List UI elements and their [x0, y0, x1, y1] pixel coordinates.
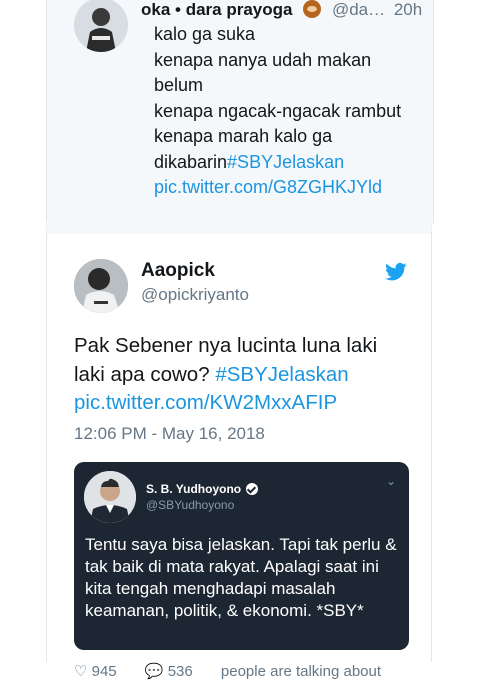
- tweet-line: kenapa nanya udah makan: [154, 49, 372, 70]
- tweet-actions: ♡ 945 💬 536 people are talking about: [74, 662, 393, 680]
- embedded-image[interactable]: S. B. Yudhoyono @SBYudhoyono ⌄ Tentu say…: [74, 462, 409, 650]
- tweet-line: kenapa marah kalo ga: [154, 126, 333, 146]
- user-photo-icon: [74, 0, 128, 52]
- author-handle[interactable]: @opickriyanto: [141, 285, 249, 305]
- tweet-header: oka • dara prayoga @da… 20h: [141, 0, 422, 20]
- verified-icon: [246, 483, 259, 495]
- tweet-timestamp[interactable]: 12:06 PM - May 16, 2018: [74, 424, 265, 444]
- hashtag-link[interactable]: #SBYJelaskan: [227, 152, 344, 172]
- previous-tweet-card[interactable]: oka • dara prayoga @da… 20h kalo ga suka…: [46, 0, 434, 223]
- avatar: [84, 471, 136, 523]
- avatar[interactable]: [74, 259, 128, 313]
- tweet-line: kalo ga suka: [154, 24, 256, 44]
- tweet-line: belum: [154, 75, 204, 95]
- tweet-time[interactable]: 20h: [394, 0, 422, 19]
- tweet-line: dikabarin#SBYJelaskan: [154, 150, 424, 176]
- embedded-author-handle: @SBYudhoyono: [146, 498, 235, 512]
- user-photo-icon: [74, 259, 128, 313]
- author-handle[interactable]: @da…: [332, 0, 385, 19]
- embedded-tweet-text: Tentu saya bisa jelaskan. Tapi tak perlu…: [85, 535, 397, 620]
- tweet-line: kenapa ngacak-ngacak rambut: [154, 100, 402, 121]
- reply-count: 536: [167, 663, 193, 680]
- tweet-card[interactable]: Aaopick @opickriyanto Pak Sebener nya lu…: [46, 222, 432, 680]
- like-button[interactable]: ♡ 945: [74, 663, 129, 680]
- reply-button[interactable]: 💬 536: [145, 663, 205, 680]
- twitter-bird-icon[interactable]: [385, 262, 407, 282]
- monkey-emoji-icon: [303, 0, 322, 18]
- author-name[interactable]: oka • dara prayoga: [141, 0, 292, 19]
- profile-photo-icon: [84, 471, 136, 523]
- people-talking-link[interactable]: people are talking about: [221, 663, 381, 680]
- author-name[interactable]: Aaopick: [141, 260, 215, 282]
- chevron-down-icon: ⌄: [386, 474, 397, 488]
- tweet-body: kalo ga suka kenapa nanya udah makan bel…: [154, 22, 424, 201]
- pic-link[interactable]: pic.twitter.com/KW2MxxAFIP: [74, 389, 394, 418]
- like-count: 945: [91, 663, 117, 680]
- pic-link[interactable]: pic.twitter.com/G8ZGHKJYld: [154, 175, 424, 201]
- avatar[interactable]: [74, 0, 128, 52]
- tweet-text-block: Pak Sebener nya lucinta luna laki laki a…: [74, 332, 394, 418]
- embedded-author-name: S. B. Yudhoyono: [146, 482, 259, 496]
- hashtag-link[interactable]: #SBYJelaskan: [215, 363, 348, 386]
- embedded-name-text: S. B. Yudhoyono: [146, 482, 242, 496]
- tweet-text: dikabarin: [154, 151, 228, 172]
